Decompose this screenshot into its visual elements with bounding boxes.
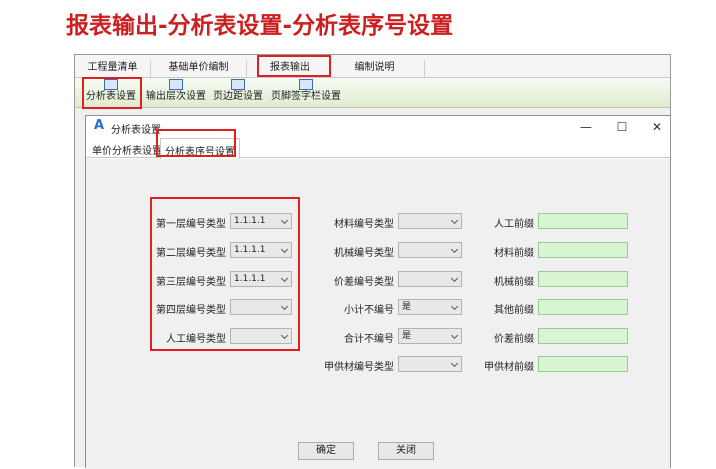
footer-icon bbox=[299, 79, 313, 90]
chevron-down-icon bbox=[450, 331, 459, 340]
analysis-settings-dialog: A 分析表设置 — ☐ ✕ 单价分析表设置 分析表序号设置 第一层编号类型 1.… bbox=[85, 115, 671, 469]
field-label: 机械编号类型 bbox=[334, 248, 394, 259]
level-icon bbox=[169, 79, 183, 90]
other-prefix-input[interactable] bbox=[538, 299, 628, 315]
chevron-down-icon bbox=[450, 216, 459, 225]
minimize-icon[interactable]: — bbox=[577, 118, 595, 136]
close-button[interactable]: 关闭 bbox=[378, 442, 434, 460]
labor-prefix-input[interactable] bbox=[538, 213, 628, 229]
price-diff-prefix-input[interactable] bbox=[538, 328, 628, 344]
highlight-box-level-types bbox=[150, 197, 300, 351]
margin-settings-button[interactable]: 页边距设置 bbox=[211, 79, 265, 107]
menu-tab-bill-of-quantities[interactable]: 工程量清单 bbox=[75, 60, 151, 77]
highlight-box-report-tab bbox=[257, 55, 331, 77]
material-type-select[interactable] bbox=[398, 213, 462, 229]
material-prefix-input[interactable] bbox=[538, 242, 628, 258]
chevron-down-icon bbox=[450, 274, 459, 283]
total-no-number-select[interactable]: 是 bbox=[398, 328, 462, 344]
field-label: 小计不编号 bbox=[344, 305, 394, 316]
field-label: 其他前缀 bbox=[494, 305, 534, 316]
app-logo-icon: A bbox=[94, 118, 105, 133]
field-label: 合计不编号 bbox=[344, 334, 394, 345]
menu-tab-description[interactable]: 编制说明 bbox=[325, 60, 425, 77]
page-heading: 报表输出-分析表设置-分析表序号设置 bbox=[66, 13, 454, 39]
machine-type-select[interactable] bbox=[398, 242, 462, 258]
ok-button[interactable]: 确定 bbox=[298, 442, 354, 460]
field-label: 机械前缀 bbox=[494, 277, 534, 288]
highlight-box-serial-tab bbox=[156, 129, 236, 157]
field-label: 材料编号类型 bbox=[334, 219, 394, 230]
maximize-icon[interactable]: ☐ bbox=[613, 118, 631, 136]
toolbar: 分析表设置 输出层次设置 页边距设置 页脚签字栏设置 bbox=[75, 78, 670, 108]
field-label: 价差前缀 bbox=[494, 334, 534, 345]
tab-unit-analysis[interactable]: 单价分析表设置 bbox=[92, 142, 162, 157]
highlight-box-settings-button bbox=[82, 77, 142, 109]
owner-material-prefix-input[interactable] bbox=[538, 356, 628, 372]
field-label: 甲供材编号类型 bbox=[324, 362, 394, 373]
field-label: 甲供材前缀 bbox=[484, 362, 534, 373]
menu-tab-unit-price[interactable]: 基础单价编制 bbox=[151, 60, 247, 77]
price-diff-type-select[interactable] bbox=[398, 271, 462, 287]
menu-bar: 工程量清单 基础单价编制 报表输出 编制说明 bbox=[75, 55, 670, 78]
chevron-down-icon bbox=[450, 245, 459, 254]
machine-prefix-input[interactable] bbox=[538, 271, 628, 287]
chevron-down-icon bbox=[450, 302, 459, 311]
chevron-down-icon bbox=[450, 359, 459, 368]
subtotal-no-number-select[interactable]: 是 bbox=[398, 299, 462, 315]
output-level-button[interactable]: 输出层次设置 bbox=[145, 79, 207, 107]
field-label: 材料前缀 bbox=[494, 248, 534, 259]
close-icon[interactable]: ✕ bbox=[648, 118, 666, 136]
field-label: 价差编号类型 bbox=[334, 277, 394, 288]
app-window: 工程量清单 基础单价编制 报表输出 编制说明 分析表设置 输出层次设置 页边距设… bbox=[74, 54, 671, 469]
footer-signature-button[interactable]: 页脚签字栏设置 bbox=[271, 79, 341, 107]
field-label: 人工前缀 bbox=[494, 219, 534, 230]
page-icon bbox=[231, 79, 245, 90]
serial-settings-pane: 第一层编号类型 1.1.1.1 第二层编号类型 1.1.1.1 第三层编号类型 … bbox=[86, 159, 670, 469]
dialog-title: 分析表设置 bbox=[111, 125, 161, 136]
owner-material-type-select[interactable] bbox=[398, 356, 462, 372]
